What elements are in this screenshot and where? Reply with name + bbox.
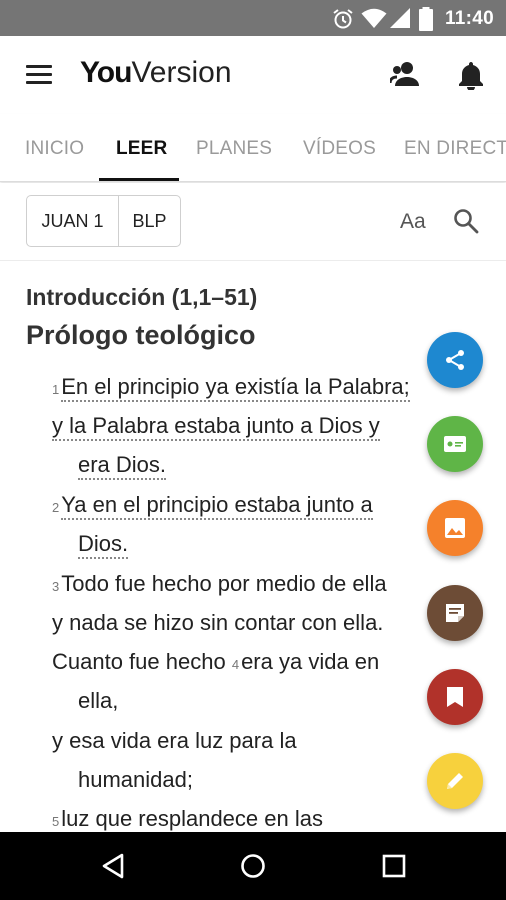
verse-image-button[interactable]	[427, 500, 483, 556]
book-chapter-button[interactable]: JUAN 1	[27, 196, 119, 246]
main-tabs: INICIO LEER PLANES VÍDEOS EN DIRECTO	[0, 114, 506, 182]
verse-text: Cuanto fue hecho	[52, 649, 226, 674]
verse-number: 1	[52, 382, 60, 397]
verse-line[interactable]: y nada se hizo sin contar con ella.	[52, 610, 383, 636]
verse-text: Todo fue hecho por medio de ella	[61, 571, 387, 596]
pencil-icon	[447, 773, 463, 789]
tab-leer[interactable]: LEER	[116, 138, 167, 160]
home-icon[interactable]	[240, 852, 266, 880]
youversion-logo: YouVersion	[80, 56, 232, 90]
verse-card-button[interactable]	[427, 416, 483, 472]
active-tab-indicator	[99, 178, 179, 181]
verse-line[interactable]: Cuanto fue hecho 4era ya vida en	[52, 649, 379, 675]
verse-text: ella,	[78, 688, 119, 713]
clock: 11:40	[444, 8, 494, 29]
reference-bar: JUAN 1 BLP Aa	[0, 183, 506, 261]
verse-line[interactable]: humanidad;	[78, 767, 193, 793]
verse-number: 4	[231, 657, 240, 672]
verse-line[interactable]: 2Ya en el principio estaba junto a	[52, 492, 373, 520]
verse-line[interactable]: 1En el principio ya existía la Palabra;	[52, 374, 410, 402]
note-icon	[446, 604, 464, 622]
section-title: Prólogo teológico	[26, 320, 256, 350]
verse-line[interactable]: Dios.	[78, 531, 129, 559]
share-button[interactable]	[427, 332, 483, 388]
verse-text: humanidad;	[78, 767, 193, 792]
verse-line[interactable]: 5luz que resplandece en las	[52, 806, 323, 832]
highlight-button[interactable]	[427, 753, 483, 809]
share-icon	[446, 350, 464, 370]
font-size-button[interactable]: Aa	[400, 210, 426, 234]
wifi-icon	[361, 8, 387, 28]
image-icon	[445, 518, 465, 538]
version-button[interactable]: BLP	[119, 196, 180, 246]
battery-icon	[419, 7, 433, 31]
verse-text: Dios.	[78, 531, 129, 559]
verse-text: En el principio ya existía la Palabra;	[61, 374, 410, 402]
logo-version: Version	[131, 56, 232, 89]
verse-text: luz que resplandece en las	[61, 806, 323, 831]
tab-videos[interactable]: VÍDEOS	[303, 138, 376, 160]
verse-text: y nada se hizo sin contar con ella.	[52, 610, 384, 635]
reference-selector: JUAN 1 BLP	[26, 195, 181, 247]
alarm-icon	[333, 9, 353, 29]
verse-text: Ya en el principio estaba junto a	[61, 492, 373, 520]
verse-text: era ya vida en	[241, 649, 380, 674]
bookmark-icon	[447, 687, 463, 707]
status-bar: 11:40	[0, 0, 506, 36]
note-button[interactable]	[427, 585, 483, 641]
tab-en-directo[interactable]: EN DIRECTO	[404, 138, 506, 160]
verse-line[interactable]: 3Todo fue hecho por medio de ella	[52, 571, 387, 597]
tab-inicio[interactable]: INICIO	[25, 138, 84, 160]
friends-icon[interactable]	[390, 60, 420, 88]
verse-line[interactable]: y la Palabra estaba junto a Dios y	[52, 413, 380, 441]
search-icon[interactable]	[453, 208, 479, 234]
menu-icon[interactable]	[26, 65, 52, 85]
verse-number: 2	[52, 500, 60, 515]
intro-heading: Introducción (1,1–51)	[26, 284, 258, 310]
verse-line[interactable]: y esa vida era luz para la	[52, 728, 297, 754]
verse-number: 3	[52, 579, 60, 594]
verse-number: 5	[52, 814, 60, 829]
system-nav-bar	[0, 832, 506, 900]
tab-planes[interactable]: PLANES	[196, 138, 272, 160]
app-bar: YouVersion	[0, 36, 506, 114]
verse-text: era Dios.	[78, 452, 167, 480]
verse-line[interactable]: ella,	[78, 688, 118, 714]
back-icon[interactable]	[100, 852, 126, 880]
verse-text: y la Palabra estaba junto a Dios y	[52, 413, 380, 441]
verse-card-icon	[444, 436, 466, 452]
verse-text: y esa vida era luz para la	[52, 728, 297, 753]
recents-icon[interactable]	[381, 852, 407, 880]
cell-signal-icon	[390, 8, 410, 28]
verse-line[interactable]: era Dios.	[78, 452, 167, 480]
logo-you: You	[80, 56, 132, 89]
bookmark-button[interactable]	[427, 669, 483, 725]
notifications-icon[interactable]	[458, 60, 484, 90]
